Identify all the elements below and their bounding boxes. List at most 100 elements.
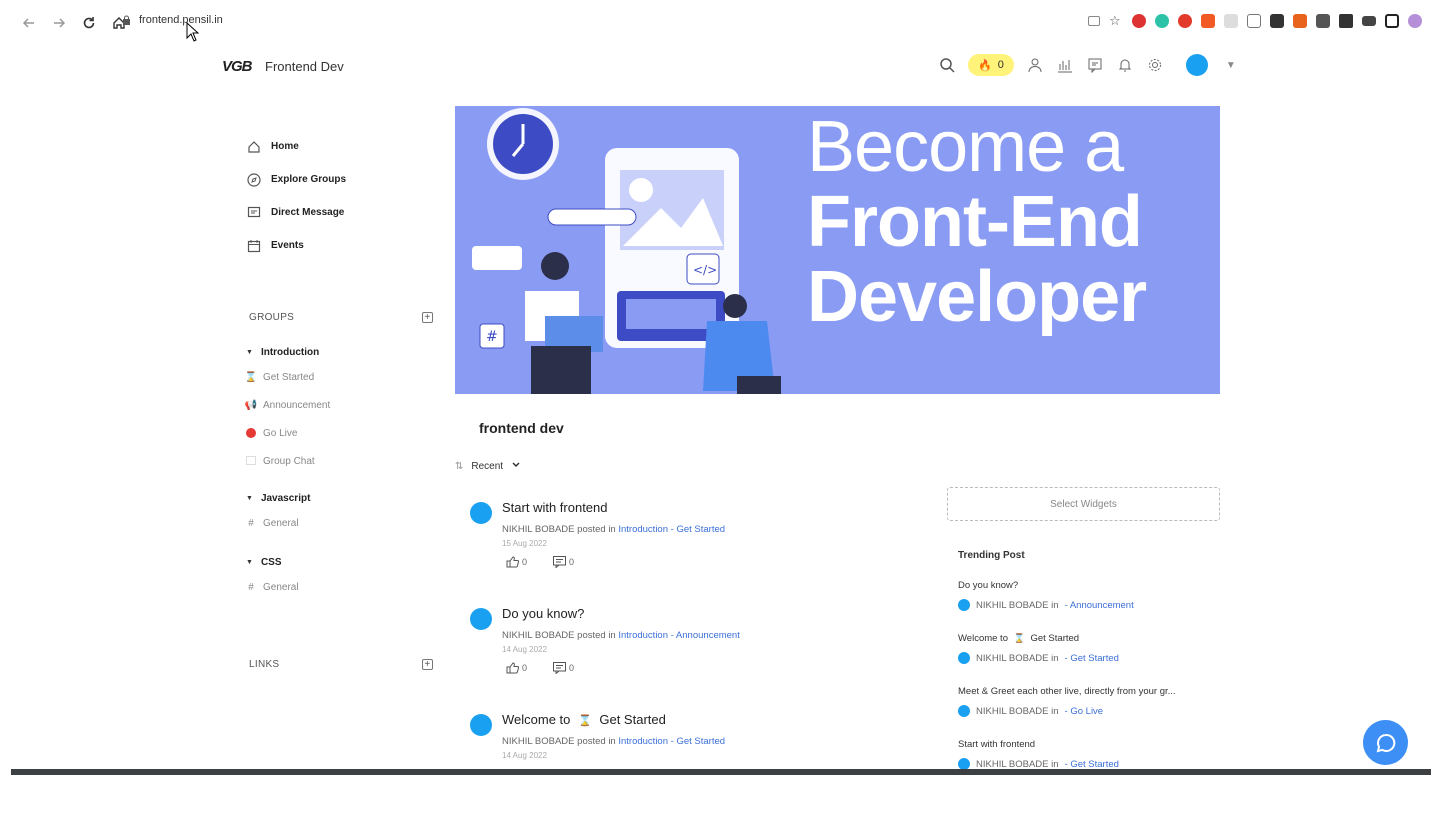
channel-label: Get Started bbox=[263, 371, 315, 383]
channel-announcement[interactable]: 📢 Announcement bbox=[245, 391, 436, 419]
extensions-bar: ☆ bbox=[1088, 14, 1422, 28]
sidebar-item-home[interactable]: Home bbox=[246, 130, 436, 163]
search-icon[interactable] bbox=[938, 56, 956, 74]
bell-icon[interactable] bbox=[1116, 56, 1134, 74]
avatar[interactable] bbox=[470, 714, 492, 736]
chevron-down-icon[interactable]: ▼ bbox=[1226, 60, 1236, 71]
trending-channel-link[interactable]: - Get Started bbox=[1065, 653, 1119, 664]
post-card[interactable]: Do you know? NIKHIL BOBADE posted in Int… bbox=[470, 602, 900, 708]
links-section-header: LINKS + bbox=[249, 659, 433, 670]
extension-icon[interactable] bbox=[1201, 14, 1215, 28]
post-title[interactable]: Start with frontend bbox=[502, 500, 608, 515]
avatar[interactable] bbox=[470, 608, 492, 630]
address-bar[interactable]: frontend.pensil.in bbox=[122, 14, 223, 26]
gear-icon[interactable] bbox=[1146, 56, 1164, 74]
share-icon[interactable] bbox=[1088, 16, 1100, 26]
analytics-icon[interactable] bbox=[1056, 56, 1074, 74]
forward-arrow-icon[interactable] bbox=[50, 14, 68, 32]
reload-icon[interactable] bbox=[80, 14, 98, 32]
post-group-link[interactable]: Introduction bbox=[618, 630, 668, 641]
trending-channel-link[interactable]: - Announcement bbox=[1065, 600, 1134, 611]
channel-label: Announcement bbox=[263, 399, 331, 411]
profile-icon[interactable] bbox=[1408, 14, 1422, 28]
comment-button[interactable]: 0 bbox=[553, 662, 574, 674]
trending-item[interactable]: Meet & Greet each other live, directly f… bbox=[958, 686, 1220, 739]
star-icon[interactable]: ☆ bbox=[1109, 14, 1123, 28]
post-author[interactable]: NIKHIL BOBADE bbox=[502, 736, 575, 747]
back-arrow-icon[interactable] bbox=[20, 14, 38, 32]
post-title[interactable]: Welcome to ⌛ Get Started bbox=[502, 712, 666, 727]
app-logo[interactable]: VGB bbox=[222, 58, 252, 75]
extension-icon[interactable] bbox=[1178, 14, 1192, 28]
app-name[interactable]: Frontend Dev bbox=[265, 59, 344, 74]
add-group-button[interactable]: + bbox=[422, 312, 433, 323]
links-title: LINKS bbox=[249, 659, 280, 670]
group-name: CSS bbox=[260, 556, 282, 568]
page-title: frontend dev bbox=[479, 420, 564, 436]
trending-item[interactable]: Welcome to ⌛ Get Started NIKHIL BOBADE i… bbox=[958, 633, 1220, 686]
channel-general[interactable]: # General bbox=[246, 573, 436, 601]
streak-count: 0 bbox=[997, 59, 1004, 71]
channel-go-live[interactable]: Go Live bbox=[246, 419, 436, 447]
puzzle-icon[interactable] bbox=[1339, 14, 1353, 28]
banner-heading: Become a Front-End Developer bbox=[807, 110, 1147, 335]
thumbs-up-icon bbox=[506, 556, 519, 568]
select-widgets-button[interactable]: Select Widgets bbox=[947, 487, 1220, 521]
group-css[interactable]: ▼ CSS bbox=[246, 551, 436, 573]
banner-illustration: </> # bbox=[472, 108, 781, 394]
extension-icon[interactable] bbox=[1224, 14, 1238, 28]
sidebar-item-explore-groups[interactable]: Explore Groups bbox=[246, 163, 436, 196]
chat-support-button[interactable] bbox=[1363, 720, 1408, 765]
post-card[interactable]: Welcome to ⌛ Get Started NIKHIL BOBADE p… bbox=[470, 708, 900, 814]
taskbar-strip bbox=[11, 769, 1431, 775]
trending-item-title[interactable]: Welcome to ⌛ Get Started bbox=[958, 633, 1220, 644]
trending-item[interactable]: Do you know? NIKHIL BOBADE in - Announce… bbox=[958, 580, 1220, 633]
trending-channel-link[interactable]: - Go Live bbox=[1065, 706, 1104, 717]
sort-dropdown[interactable]: ⇅ Recent bbox=[455, 460, 521, 473]
extension-icon[interactable] bbox=[1316, 14, 1330, 28]
calendar-icon bbox=[246, 238, 261, 253]
trending-item-title[interactable]: Do you know? bbox=[958, 580, 1220, 591]
camera-icon[interactable] bbox=[1247, 14, 1261, 28]
sidebar-item-direct-message[interactable]: Direct Message bbox=[246, 196, 436, 229]
group-introduction[interactable]: ▼ Introduction bbox=[246, 341, 436, 363]
group-javascript[interactable]: ▼ Javascript bbox=[246, 487, 436, 509]
channel-group-chat[interactable]: Group Chat bbox=[246, 447, 436, 475]
extension-icon[interactable] bbox=[1132, 14, 1146, 28]
trending-item[interactable]: Start with frontend NIKHIL BOBADE in - G… bbox=[958, 739, 1220, 792]
post-author[interactable]: NIKHIL BOBADE bbox=[502, 524, 575, 535]
side-panel-icon[interactable] bbox=[1385, 14, 1399, 28]
trending-channel-link[interactable]: - Get Started bbox=[1065, 759, 1119, 770]
hourglass-icon: ⌛ bbox=[578, 715, 592, 727]
trending-item-title[interactable]: Start with frontend bbox=[958, 739, 1220, 750]
comment-button[interactable]: 0 bbox=[553, 556, 574, 568]
user-avatar[interactable] bbox=[1185, 54, 1208, 76]
add-link-button[interactable]: + bbox=[422, 659, 433, 670]
post-group-link[interactable]: Introduction bbox=[618, 736, 668, 747]
user-icon[interactable] bbox=[1026, 56, 1044, 74]
channel-label: General bbox=[263, 517, 299, 529]
reading-list-icon[interactable] bbox=[1362, 16, 1376, 26]
post-author[interactable]: NIKHIL BOBADE bbox=[502, 630, 575, 641]
extension-icon[interactable] bbox=[1155, 14, 1169, 28]
post-channel-link[interactable]: - Get Started bbox=[671, 736, 725, 747]
app-header: VGB Frontend Dev 🔥 0 ▼ bbox=[0, 46, 1440, 88]
channel-get-started[interactable]: ⌛ Get Started bbox=[245, 363, 436, 391]
like-button[interactable]: 0 bbox=[506, 556, 527, 568]
post-title[interactable]: Do you know? bbox=[502, 606, 584, 621]
trending-item-title[interactable]: Meet & Greet each other live, directly f… bbox=[958, 686, 1220, 697]
extension-icon[interactable] bbox=[1270, 14, 1284, 28]
post-group-link[interactable]: Introduction bbox=[618, 524, 668, 535]
channel-general[interactable]: # General bbox=[246, 509, 436, 537]
post-channel-link[interactable]: - Get Started bbox=[671, 524, 725, 535]
like-button[interactable]: 0 bbox=[506, 662, 527, 674]
extension-icon[interactable] bbox=[1293, 14, 1307, 28]
post-card[interactable]: Start with frontend NIKHIL BOBADE posted… bbox=[470, 496, 900, 602]
streak-badge[interactable]: 🔥 0 bbox=[968, 54, 1014, 76]
avatar[interactable] bbox=[470, 502, 492, 524]
feedback-icon[interactable] bbox=[1086, 56, 1104, 74]
post-channel-link[interactable]: - Announcement bbox=[671, 630, 740, 641]
post-title-suffix: Get Started bbox=[599, 712, 666, 727]
sidebar-item-events[interactable]: Events bbox=[246, 229, 436, 262]
cover-banner: </> # Become a Front-End Developer bbox=[455, 106, 1220, 394]
